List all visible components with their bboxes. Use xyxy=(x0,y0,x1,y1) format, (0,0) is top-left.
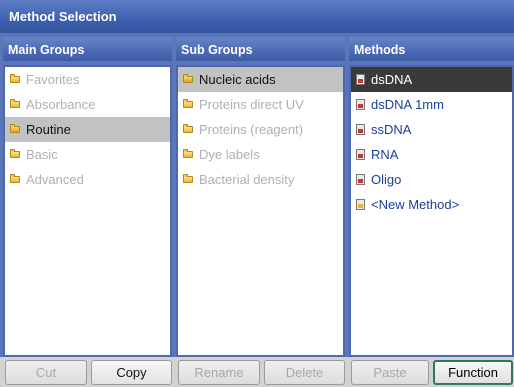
main-group-routine[interactable]: Routine xyxy=(5,117,170,142)
list-item-label: dsDNA 1mm xyxy=(371,97,444,112)
folder-icon xyxy=(10,74,20,83)
method-icon xyxy=(356,149,365,160)
main-group-absorbance[interactable]: Absorbance xyxy=(5,92,170,117)
folder-icon xyxy=(10,149,20,158)
method-dsdna[interactable]: dsDNA xyxy=(351,67,512,92)
folder-icon xyxy=(183,174,193,183)
folder-icon xyxy=(10,99,20,108)
sub-group-nucleic-acids[interactable]: Nucleic acids xyxy=(178,67,343,92)
method-rna[interactable]: RNA xyxy=(351,142,512,167)
paste-button[interactable]: Paste xyxy=(351,360,429,385)
main-group-advanced[interactable]: Advanced xyxy=(5,167,170,192)
list-item-label: Dye labels xyxy=(199,147,260,162)
method-dsdna-1mm[interactable]: dsDNA 1mm xyxy=(351,92,512,117)
method-icon xyxy=(356,124,365,135)
sub-groups-header: Sub Groups xyxy=(176,37,345,61)
new-method-icon xyxy=(356,199,365,210)
sub-group-bacterial-density[interactable]: Bacterial density xyxy=(178,167,343,192)
method-icon xyxy=(356,99,365,110)
list-item-label: Basic xyxy=(26,147,58,162)
main-group-favorites[interactable]: Favorites xyxy=(5,67,170,92)
delete-button[interactable]: Delete xyxy=(264,360,345,385)
folder-icon xyxy=(183,124,193,133)
methods-header: Methods xyxy=(349,37,514,61)
list-item-label: Proteins (reagent) xyxy=(199,122,304,137)
list-item-label: Oligo xyxy=(371,172,402,187)
folder-icon xyxy=(183,99,193,108)
list-item-label: Advanced xyxy=(26,172,84,187)
method-new[interactable]: <New Method> xyxy=(351,192,512,217)
sub-group-proteins-direct-uv[interactable]: Proteins direct UV xyxy=(178,92,343,117)
sub-group-dye-labels[interactable]: Dye labels xyxy=(178,142,343,167)
list-item-label: ssDNA xyxy=(371,122,412,137)
copy-button[interactable]: Copy xyxy=(91,360,172,385)
sub-groups-list[interactable]: Nucleic acids Proteins direct UV Protein… xyxy=(176,65,345,357)
list-item-label: Favorites xyxy=(26,72,80,87)
main-groups-list[interactable]: Favorites Absorbance Routine Basic Advan… xyxy=(3,65,172,357)
method-icon xyxy=(356,174,365,185)
list-item-label: <New Method> xyxy=(371,197,460,212)
window-title: Method Selection xyxy=(0,0,514,33)
list-item-label: Proteins direct UV xyxy=(199,97,304,112)
list-item-label: Bacterial density xyxy=(199,172,295,187)
open-folder-icon xyxy=(183,74,193,83)
function-button[interactable]: Function xyxy=(433,360,513,385)
method-oligo[interactable]: Oligo xyxy=(351,167,512,192)
folder-icon xyxy=(10,174,20,183)
main-group-basic[interactable]: Basic xyxy=(5,142,170,167)
list-item-label: Absorbance xyxy=(26,97,96,112)
list-item-label: Nucleic acids xyxy=(199,72,276,87)
open-folder-icon xyxy=(10,124,20,133)
main-groups-header: Main Groups xyxy=(3,37,172,61)
rename-button[interactable]: Rename xyxy=(178,360,260,385)
list-item-label: RNA xyxy=(371,147,399,162)
sub-group-proteins-reagent[interactable]: Proteins (reagent) xyxy=(178,117,343,142)
method-icon xyxy=(356,74,365,85)
list-item-label: dsDNA xyxy=(371,72,413,87)
list-item-label: Routine xyxy=(26,122,71,137)
folder-icon xyxy=(183,149,193,158)
methods-list[interactable]: dsDNA dsDNA 1mm ssDNA RNA Oligo <New Met… xyxy=(349,65,514,357)
method-ssdna[interactable]: ssDNA xyxy=(351,117,512,142)
cut-button[interactable]: Cut xyxy=(5,360,87,385)
